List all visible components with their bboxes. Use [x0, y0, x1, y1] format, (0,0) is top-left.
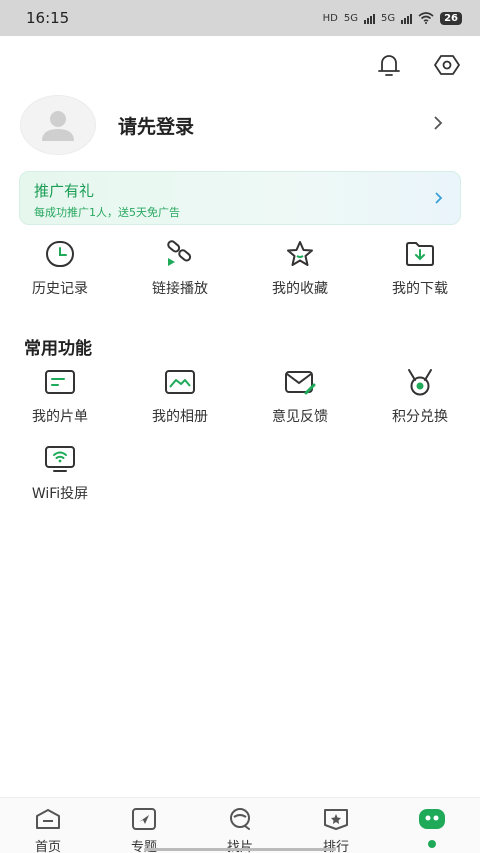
download-folder-icon [405, 240, 435, 268]
nav-ranking[interactable]: 排行 [288, 798, 384, 853]
status-time: 16:15 [26, 9, 70, 27]
login-prompt[interactable]: 请先登录 [118, 112, 432, 139]
network-label-1: 5G [343, 12, 358, 24]
link-play-icon [165, 240, 195, 268]
wifi-icon [418, 12, 434, 24]
common-item-wifi-cast[interactable]: WiFi投屏 [0, 445, 120, 503]
user-placeholder-icon [42, 111, 74, 141]
common-item-points[interactable]: 积分兑换 [360, 368, 480, 426]
quick-action-label: 历史记录 [32, 281, 88, 297]
quick-action-label: 我的下载 [392, 281, 448, 297]
promo-title: 推广有礼 [34, 182, 95, 200]
settings-icon[interactable] [432, 50, 462, 80]
common-item-label: WiFi投屏 [31, 486, 89, 502]
nav-label: 首页 [34, 840, 61, 853]
avatar[interactable] [20, 95, 96, 155]
bell-icon[interactable] [374, 50, 404, 80]
common-item-label: 积分兑换 [392, 409, 448, 425]
common-item-album[interactable]: 我的相册 [120, 368, 240, 426]
network-label-2: 5G [380, 12, 396, 24]
wifi-cast-icon [44, 445, 76, 473]
common-item-label: 意见反馈 [272, 409, 328, 425]
quick-action-favorites[interactable]: 我的收藏 [240, 240, 360, 298]
feedback-mail-icon [284, 368, 316, 396]
quick-action-label: 链接播放 [152, 281, 208, 297]
header-actions [374, 50, 462, 80]
nav-topic[interactable]: 专题 [96, 798, 192, 853]
medal-icon [404, 368, 436, 396]
nav-profile[interactable] [384, 798, 480, 853]
common-item-feedback[interactable]: 意见反馈 [240, 368, 360, 426]
battery-indicator: 26 [440, 11, 462, 25]
common-functions-row-1: 我的片单 我的相册 意见反馈 积分兑换 [0, 368, 480, 426]
quick-action-label: 我的收藏 [272, 281, 328, 297]
quick-action-downloads[interactable]: 我的下载 [360, 240, 480, 298]
common-functions-row-2: WiFi投屏 [0, 445, 480, 503]
playlist-icon [44, 368, 76, 396]
rank-icon [322, 808, 350, 834]
status-bar: 16:15 HD 5G 5G 26 [0, 0, 480, 36]
chevron-right-icon [432, 115, 444, 135]
hd-label: HD [322, 12, 338, 24]
common-item-label: 我的相册 [152, 409, 208, 425]
signal-icon [363, 12, 375, 24]
home-icon [34, 808, 62, 834]
profile-login-row[interactable]: 请先登录 [20, 94, 460, 156]
common-item-playlist[interactable]: 我的片单 [0, 368, 120, 426]
profile-tab-icon [418, 808, 446, 834]
active-dot-icon [428, 840, 436, 848]
quick-action-link-play[interactable]: 链接播放 [120, 240, 240, 298]
section-title-common: 常用功能 [24, 339, 92, 359]
topic-icon [130, 808, 158, 834]
promo-banner[interactable]: 推广有礼 每成功推广1人，送5天免广告 [19, 171, 461, 225]
clock-icon [45, 240, 75, 268]
bottom-nav: 首页 专题 找片 排行 [0, 797, 480, 853]
quick-actions: 历史记录 链接播放 我的收藏 我的下载 [0, 240, 480, 298]
nav-find-film[interactable]: 找片 [192, 798, 288, 853]
common-item-label: 我的片单 [32, 409, 88, 425]
chevron-right-icon [434, 190, 444, 209]
album-icon [164, 368, 196, 396]
signal-icon [401, 12, 413, 24]
promo-subtitle: 每成功推广1人，送5天免广告 [34, 206, 180, 219]
search-film-icon [226, 808, 254, 834]
nav-home[interactable]: 首页 [0, 798, 96, 853]
quick-action-history[interactable]: 历史记录 [0, 240, 120, 298]
star-icon [285, 240, 315, 268]
home-indicator [144, 848, 336, 851]
status-indicators: HD 5G 5G 26 [322, 11, 462, 25]
